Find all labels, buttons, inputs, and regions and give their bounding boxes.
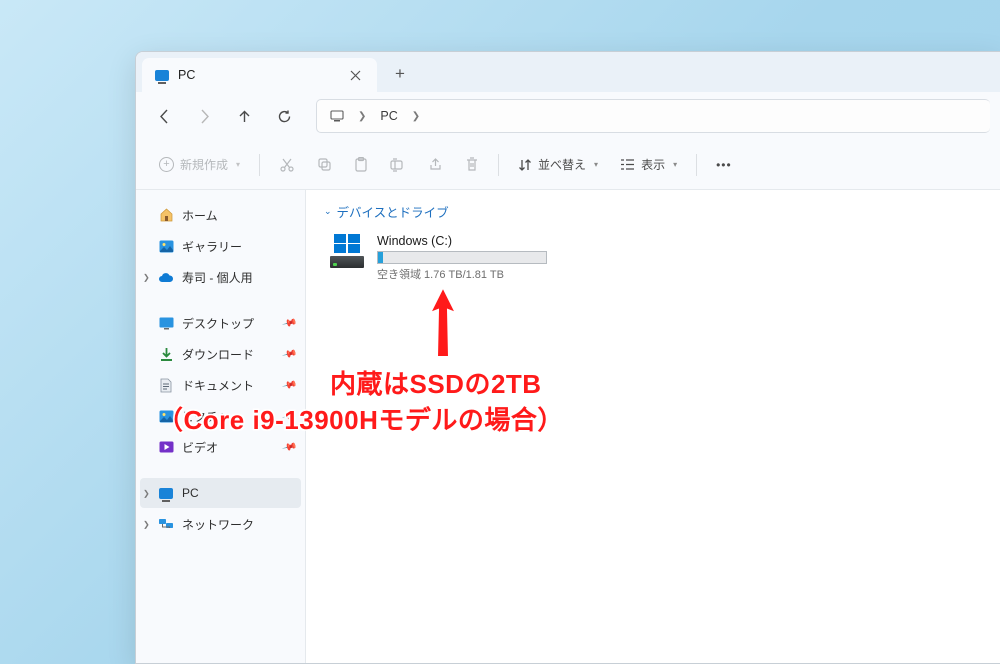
back-button[interactable]: [146, 99, 182, 133]
sidebar-item-pictures[interactable]: ピクチャ 📌: [140, 401, 301, 431]
navigation-pane: ホーム ギャラリー ❯ 寿司 - 個人用 デスクトップ: [136, 190, 306, 663]
cut-button[interactable]: [270, 147, 304, 183]
paste-button[interactable]: [345, 147, 377, 183]
sidebar-item-documents[interactable]: ドキュメント 📌: [140, 370, 301, 400]
up-button[interactable]: [226, 99, 262, 133]
plus-circle-icon: +: [159, 157, 174, 172]
gallery-icon: [158, 238, 174, 254]
sidebar-item-home[interactable]: ホーム: [140, 200, 301, 230]
sidebar-item-label: ネットワーク: [182, 516, 254, 533]
sidebar-item-pc[interactable]: ❯ PC: [140, 478, 301, 508]
tab-title: PC: [178, 68, 195, 82]
sidebar-item-label: デスクトップ: [182, 315, 254, 332]
explorer-body: ホーム ギャラリー ❯ 寿司 - 個人用 デスクトップ: [136, 190, 1000, 663]
share-button[interactable]: [419, 147, 452, 183]
sidebar-item-label: 寿司 - 個人用: [182, 269, 253, 286]
separator: [259, 154, 260, 176]
pin-icon: 📌: [281, 408, 297, 424]
view-button[interactable]: 表示▾: [611, 147, 686, 183]
drive-icon: [327, 234, 367, 268]
sidebar-item-label: ビデオ: [182, 439, 218, 456]
pin-icon: 📌: [281, 346, 297, 362]
sidebar-item-label: PC: [182, 486, 199, 500]
pictures-icon: [158, 408, 174, 424]
address-bar[interactable]: ❯ PC ❯: [316, 99, 990, 133]
sort-button[interactable]: 並べ替え▾: [509, 147, 607, 183]
breadcrumb-root[interactable]: [323, 102, 351, 130]
drive-info: Windows (C:) 空き領域 1.76 TB/1.81 TB: [377, 234, 601, 282]
rename-button[interactable]: [381, 147, 415, 183]
tab-close-button[interactable]: [343, 63, 367, 87]
chevron-right-icon: ❯: [143, 489, 150, 498]
group-header-devices[interactable]: ⌄ デバイスとドライブ: [324, 202, 982, 221]
content-pane: ⌄ デバイスとドライブ Windows (C:) 空き領域 1.76 TB/1.…: [306, 190, 1000, 663]
pin-icon: 📌: [281, 315, 297, 331]
document-icon: [158, 377, 174, 393]
command-bar: + 新規作成▾ 並べ替え▾ 表示▾: [136, 140, 1000, 190]
sidebar-item-onedrive[interactable]: ❯ 寿司 - 個人用: [140, 262, 301, 292]
delete-button[interactable]: [456, 147, 488, 183]
new-tab-button[interactable]: +: [383, 58, 417, 90]
new-button[interactable]: + 新規作成▾: [150, 147, 249, 183]
network-icon: [158, 516, 174, 532]
video-icon: [158, 439, 174, 455]
navigation-bar: ❯ PC ❯: [136, 92, 1000, 140]
tab-pc[interactable]: PC: [142, 58, 377, 92]
drive-name: Windows (C:): [377, 234, 601, 248]
refresh-button[interactable]: [266, 99, 302, 133]
cloud-icon: [158, 269, 174, 285]
sidebar-item-label: ダウンロード: [182, 346, 254, 363]
forward-button[interactable]: [186, 99, 222, 133]
sidebar-item-desktop[interactable]: デスクトップ 📌: [140, 308, 301, 338]
chevron-right-icon: ❯: [409, 111, 423, 122]
more-button[interactable]: •••: [707, 147, 741, 183]
drive-usage-fill: [378, 252, 383, 263]
download-icon: [158, 346, 174, 362]
chevron-right-icon: ❯: [143, 520, 150, 529]
chevron-right-icon: ❯: [355, 111, 369, 122]
sidebar-item-label: ドキュメント: [182, 377, 254, 394]
sidebar-item-network[interactable]: ❯ ネットワーク: [140, 509, 301, 539]
monitor-icon: [154, 67, 170, 83]
monitor-icon: [158, 485, 174, 501]
copy-button[interactable]: [308, 147, 341, 183]
breadcrumb-pc[interactable]: PC: [373, 102, 404, 130]
file-explorer-window: PC + ❯ PC ❯ +: [135, 51, 1000, 664]
drive-usage-bar: [377, 251, 547, 264]
sidebar-item-label: ピクチャ: [182, 408, 230, 425]
pin-icon: 📌: [281, 377, 297, 393]
ellipsis-icon: •••: [716, 158, 732, 172]
sidebar-item-gallery[interactable]: ギャラリー: [140, 231, 301, 261]
pin-icon: 📌: [281, 439, 297, 455]
chevron-right-icon: ❯: [143, 273, 150, 282]
sidebar-item-label: ホーム: [182, 207, 218, 224]
tab-bar: PC +: [136, 52, 1000, 92]
separator: [696, 154, 697, 176]
desktop-icon: [158, 315, 174, 331]
drive-windows-c[interactable]: Windows (C:) 空き領域 1.76 TB/1.81 TB: [324, 231, 604, 285]
chevron-down-icon: ⌄: [324, 206, 332, 217]
home-icon: [158, 207, 174, 223]
sidebar-item-label: ギャラリー: [182, 238, 242, 255]
sidebar-item-videos[interactable]: ビデオ 📌: [140, 432, 301, 462]
drive-free-space: 空き領域 1.76 TB/1.81 TB: [377, 266, 601, 282]
separator: [498, 154, 499, 176]
sidebar-item-downloads[interactable]: ダウンロード 📌: [140, 339, 301, 369]
